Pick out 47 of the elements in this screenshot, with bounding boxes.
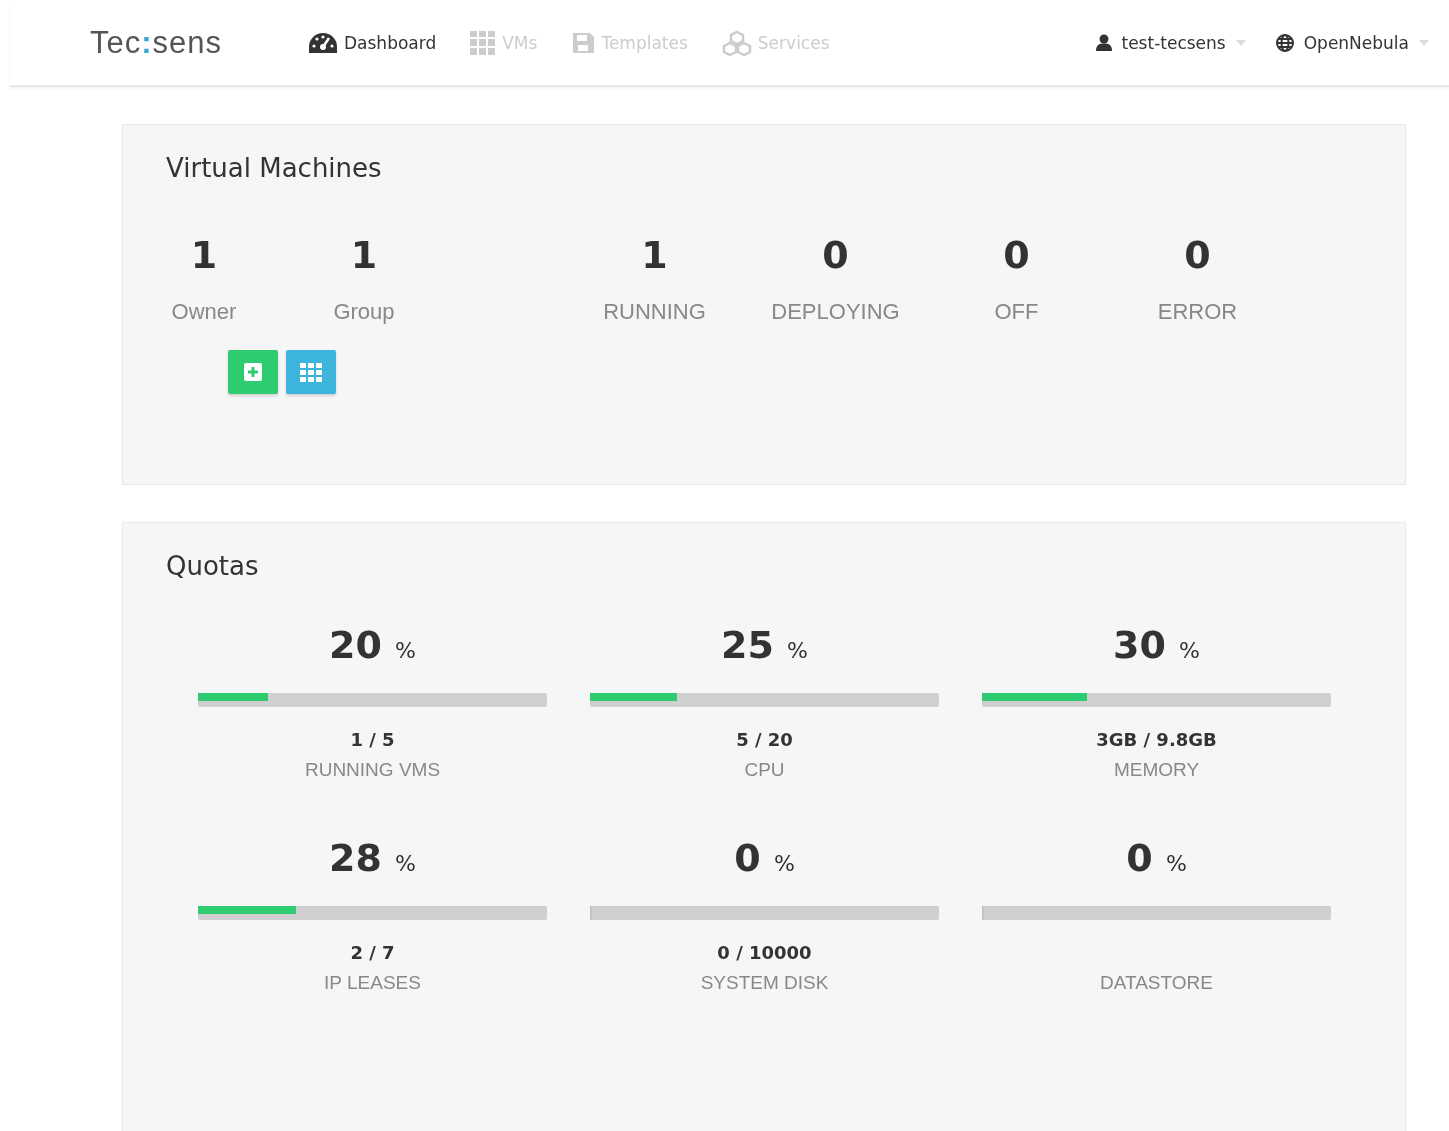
quota-percent: 25 % (721, 623, 808, 667)
stat-label: ERROR (1157, 299, 1238, 325)
quota-percent: 28 % (329, 836, 416, 880)
cubes-icon (721, 29, 752, 56)
caret-icon (1419, 39, 1429, 46)
list-button[interactable] (286, 350, 336, 394)
quota-usage: 1 / 5 (350, 729, 395, 750)
plus-icon (244, 363, 262, 381)
stat-label: RUNNING (603, 299, 706, 325)
quota-percent: 0 % (734, 836, 795, 880)
quota-label: CPU (744, 759, 785, 781)
stat-label: DEPLOYING (771, 299, 900, 325)
quota-percent: 30 % (1113, 623, 1200, 667)
stat-value: 0 (1184, 233, 1211, 277)
grid-icon (470, 30, 497, 55)
gauge-icon (308, 31, 338, 54)
zone-menu[interactable]: OpenNebula (1275, 32, 1429, 53)
stat-value: 0 (1003, 233, 1030, 277)
quota-label: RUNNING VMS (304, 759, 441, 781)
quota-label: SYSTEM DISK (700, 972, 829, 994)
stat-value: 1 (350, 233, 378, 277)
globe-icon (1275, 33, 1294, 52)
stat-value: 1 (641, 233, 668, 277)
panel-title: Quotas (166, 551, 260, 581)
quota-label: IP LEASES (324, 972, 421, 994)
quota-usage: 5 / 20 (736, 729, 793, 750)
floppy-icon (571, 30, 596, 55)
quota-label: DATASTORE (1100, 972, 1213, 994)
grid-icon (300, 362, 322, 382)
quota-percent: 0 % (1126, 836, 1187, 880)
stat-label: Owner (171, 299, 237, 325)
user-menu[interactable]: test-tecsens (1095, 32, 1246, 53)
logo[interactable]: Tec:sens (90, 24, 280, 61)
quota-usage: 0 / 10000 (717, 942, 812, 963)
quota-label: MEMORY (1113, 759, 1200, 781)
nav-link[interactable]: Dashboard (308, 29, 437, 56)
quota-usage: 3GB / 9.8GB (1096, 729, 1217, 750)
caret-icon (1235, 39, 1246, 46)
panel-title: Virtual Machines (166, 153, 383, 183)
quota-usage: 2 / 7 (350, 942, 395, 963)
create-button[interactable] (228, 350, 278, 394)
user-icon (1095, 34, 1112, 51)
quota-percent: 20 % (329, 623, 416, 667)
stat-label: OFF (994, 299, 1039, 325)
stat-value: 1 (190, 233, 218, 277)
stat-label: Group (333, 299, 395, 325)
stat-value: 0 (822, 233, 849, 277)
